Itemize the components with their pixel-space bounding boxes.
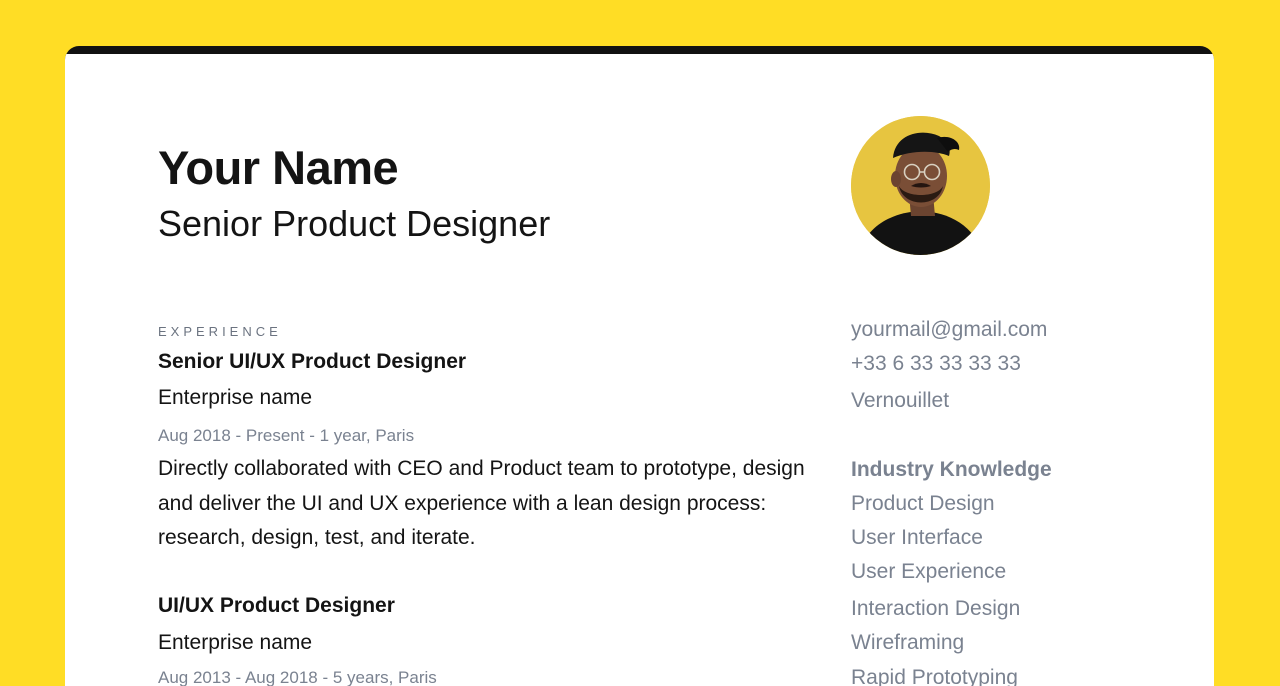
job-dates-location: Aug 2018 - Present - 1 year, Paris — [158, 426, 415, 445]
experience-section-label: EXPERIENCE — [158, 324, 282, 339]
job-description: Directly collaborated with CEO and Produ… — [158, 457, 805, 549]
contact-email: yourmail@gmail.com — [851, 318, 1048, 341]
person-title: Senior Product Designer — [158, 203, 551, 244]
skill-item: Rapid Prototyping — [851, 666, 1018, 686]
skill-item: User Interface — [851, 526, 983, 549]
resume-card-frame: Your Name Senior Product Designer EXPERI… — [65, 46, 1214, 686]
resume-sheet: Your Name Senior Product Designer EXPERI… — [65, 54, 1214, 686]
person-name: Your Name — [158, 141, 399, 194]
contact-location: Vernouillet — [851, 389, 950, 412]
skill-item: Interaction Design — [851, 597, 1021, 620]
skill-item: User Experience — [851, 560, 1007, 583]
skill-item: Wireframing — [851, 631, 965, 654]
avatar-portrait-icon — [851, 116, 990, 255]
skill-item: Product Design — [851, 492, 995, 515]
job-company: Enterprise name — [158, 386, 313, 409]
job-dates-location: Aug 2013 - Aug 2018 - 5 years, Paris — [158, 668, 437, 686]
contact-phone: +33 6 33 33 33 33 — [851, 352, 1021, 375]
job-title: UI/UX Product Designer — [158, 594, 395, 617]
job-title: Senior UI/UX Product Designer — [158, 350, 467, 373]
job-company: Enterprise name — [158, 631, 313, 654]
skills-section-title: Industry Knowledge — [851, 458, 1052, 481]
avatar — [851, 116, 990, 255]
